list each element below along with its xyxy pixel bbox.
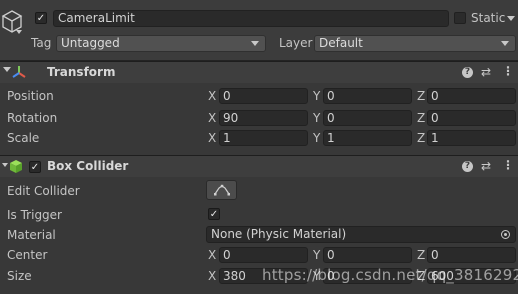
layer-label: Layer xyxy=(279,36,313,50)
position-y-field[interactable]: 0 xyxy=(323,88,412,104)
object-picker-icon[interactable] xyxy=(501,230,510,239)
presets-icon[interactable]: ⇄ xyxy=(481,65,491,79)
gameobject-cube-icon xyxy=(1,10,23,33)
tag-dropdown[interactable]: Untagged xyxy=(56,35,266,52)
axis-y-label[interactable]: Y xyxy=(313,248,320,262)
icon-dropdown-arrow[interactable] xyxy=(16,30,22,34)
is-trigger-checkbox[interactable]: ✓ xyxy=(208,208,220,220)
chevron-down-icon xyxy=(251,41,259,46)
edit-collider-label: Edit Collider xyxy=(7,184,80,198)
scale-x-field[interactable]: 1 xyxy=(219,130,308,146)
box-collider-title: Box Collider xyxy=(47,159,129,173)
object-name-field[interactable]: CameraLimit xyxy=(53,10,449,27)
axis-z-label[interactable]: Z xyxy=(417,111,425,125)
transform-header[interactable]: Transform ? ⇄ ⋮ xyxy=(0,61,518,83)
center-label: Center xyxy=(7,248,48,262)
axis-z-label[interactable]: Z xyxy=(417,248,425,262)
center-z-field[interactable]: 0 xyxy=(427,247,516,263)
help-icon[interactable]: ? xyxy=(462,67,473,78)
material-label: Material xyxy=(7,228,56,242)
scale-y-field[interactable]: 1 xyxy=(323,130,412,146)
position-x-field[interactable]: 0 xyxy=(219,88,308,104)
box-collider-enabled-checkbox[interactable]: ✓ xyxy=(29,161,41,173)
rotation-label: Rotation xyxy=(7,111,58,125)
position-label: Position xyxy=(7,89,54,103)
is-trigger-label: Is Trigger xyxy=(7,208,62,222)
tag-label: Tag xyxy=(31,36,52,50)
size-label: Size xyxy=(7,269,32,283)
axis-z-label[interactable]: Z xyxy=(417,89,425,103)
watermark-text: https://blog.csdn.net/qq_38162926 xyxy=(262,266,518,284)
transform-title: Transform xyxy=(47,65,116,79)
box-collider-header[interactable]: ✓ Box Collider ? ⇄ ⋮ xyxy=(0,155,518,177)
axis-x-label[interactable]: X xyxy=(208,269,216,283)
rotation-z-field[interactable]: 0 xyxy=(427,110,516,126)
static-label: Static xyxy=(471,11,506,25)
transform-axes-icon xyxy=(12,66,26,78)
presets-icon[interactable]: ⇄ xyxy=(481,159,491,173)
axis-y-label[interactable]: Y xyxy=(313,131,320,145)
context-menu-icon[interactable]: ⋮ xyxy=(502,158,514,172)
position-z-field[interactable]: 0 xyxy=(427,88,516,104)
material-object-field[interactable]: None (Physic Material) xyxy=(206,226,516,243)
static-checkbox[interactable] xyxy=(454,12,466,24)
axis-x-label[interactable]: X xyxy=(208,131,216,145)
context-menu-icon[interactable]: ⋮ xyxy=(502,64,514,78)
chevron-down-icon xyxy=(501,41,509,46)
layer-value: Default xyxy=(319,36,363,50)
gameobject-header: ✓ CameraLimit Static Tag Untagged Layer … xyxy=(0,0,518,61)
scale-z-field[interactable]: 1 xyxy=(427,130,516,146)
foldout-arrow-icon[interactable] xyxy=(2,163,8,167)
axis-x-label[interactable]: X xyxy=(208,248,216,262)
transform-body: Position X 0 Y 0 Z 0 Rotation X 90 Y 0 Z… xyxy=(0,83,518,155)
edit-collider-icon xyxy=(214,184,230,196)
material-value: None (Physic Material) xyxy=(211,227,347,241)
center-y-field[interactable]: 0 xyxy=(323,247,412,263)
axis-z-label[interactable]: Z xyxy=(417,131,425,145)
active-checkbox[interactable]: ✓ xyxy=(35,12,47,24)
static-dropdown-arrow[interactable] xyxy=(507,16,515,21)
layer-dropdown[interactable]: Default xyxy=(314,35,516,52)
axis-y-label[interactable]: Y xyxy=(313,89,320,103)
axis-y-label[interactable]: Y xyxy=(313,111,320,125)
axis-x-label[interactable]: X xyxy=(208,89,216,103)
scale-label: Scale xyxy=(7,131,40,145)
center-x-field[interactable]: 0 xyxy=(219,247,308,263)
edit-collider-button[interactable] xyxy=(206,180,237,200)
help-icon[interactable]: ? xyxy=(462,161,473,172)
axis-x-label[interactable]: X xyxy=(208,111,216,125)
tag-value: Untagged xyxy=(61,36,120,50)
rotation-y-field[interactable]: 0 xyxy=(323,110,412,126)
foldout-arrow-icon[interactable] xyxy=(3,67,11,72)
rotation-x-field[interactable]: 90 xyxy=(219,110,308,126)
box-collider-icon xyxy=(10,160,22,173)
